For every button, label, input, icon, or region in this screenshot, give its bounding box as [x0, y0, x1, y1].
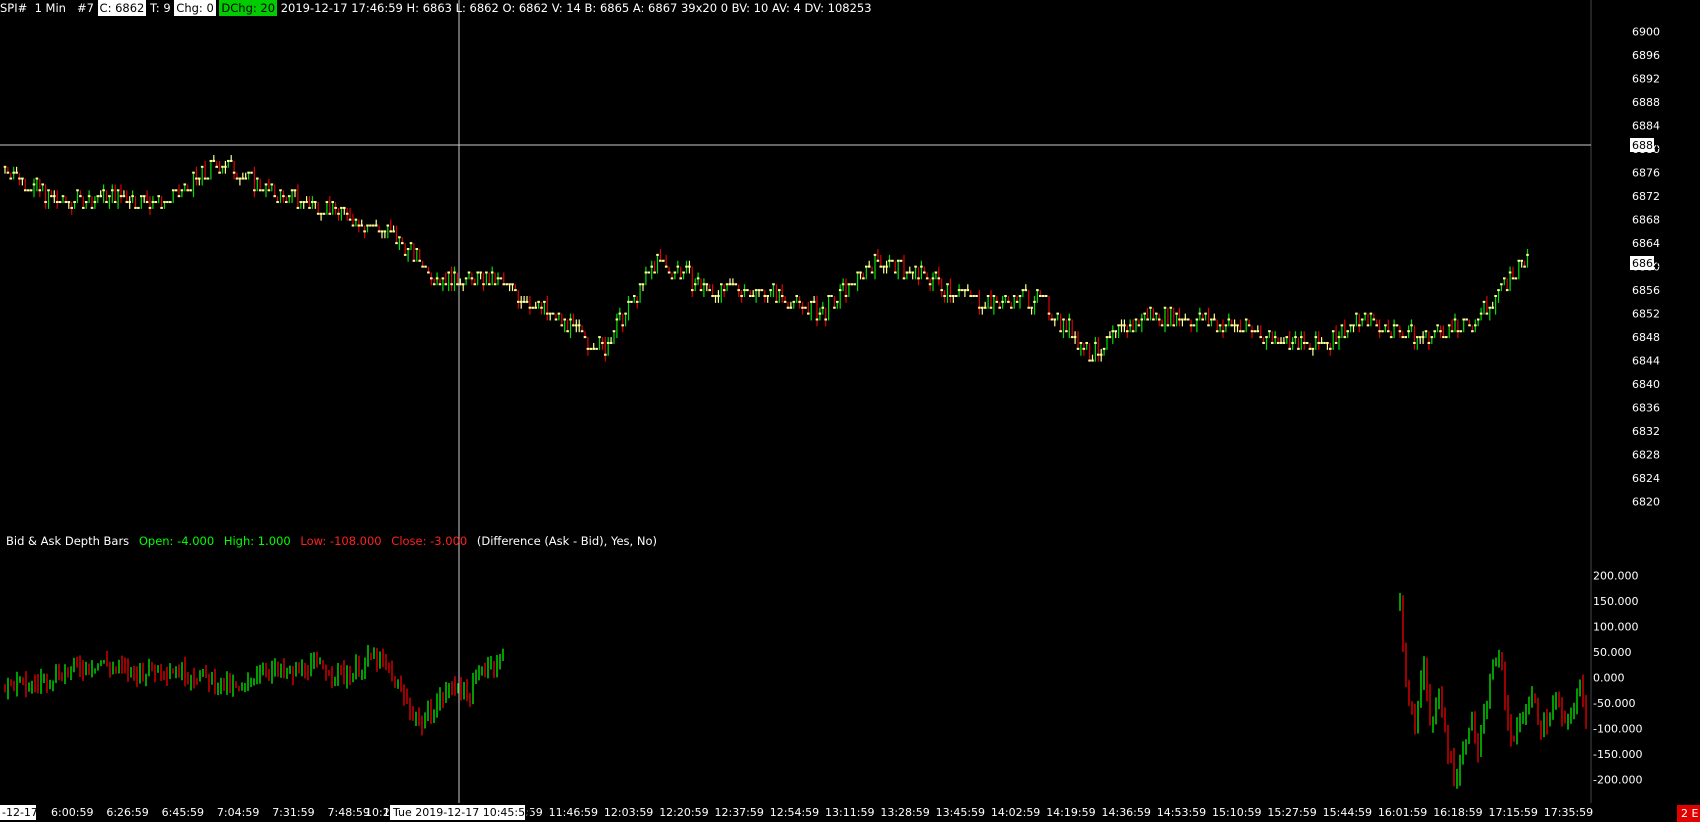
time-tick-label: 12:37:59 [714, 806, 763, 819]
price-tick-label: 6856 [1632, 284, 1660, 297]
time-tick-label: 6:00:59 [51, 806, 93, 819]
time-tick-label: 12:54:59 [770, 806, 819, 819]
time-axis-first-label: -12-17 [2, 806, 38, 819]
header-interval: 1 Min [34, 1, 66, 15]
time-tick-label: 7:04:59 [217, 806, 259, 819]
price-tick-label: 6872 [1632, 190, 1660, 203]
cursor-price-label: 6881 [1632, 139, 1660, 152]
depth-tick-label: 100.000 [1593, 620, 1639, 633]
price-tick-label: 6836 [1632, 402, 1660, 415]
time-tick-label: 15:10:59 [1212, 806, 1261, 819]
depth-tick-label: 150.000 [1593, 595, 1639, 608]
header-trades: T: 9 [150, 1, 171, 15]
time-tick-label: 14:36:59 [1101, 806, 1150, 819]
time-tick-label: 13:11:59 [825, 806, 874, 819]
header-chg: Chg: 0 [174, 0, 216, 16]
time-tick-label: 17:15:59 [1488, 806, 1537, 819]
depth-tick-label: 0.000 [1593, 672, 1625, 685]
time-tick-label: 12:03:59 [604, 806, 653, 819]
study-header[interactable]: Bid & Ask Depth Bars Open: -4.000 High: … [6, 533, 663, 549]
chart-header: SPI# 1 Min #7 C: 6862 T: 9 Chg: 0 DChg: … [0, 0, 872, 16]
header-close: C: 6862 [97, 0, 147, 16]
time-tick-label: 16:18:59 [1433, 806, 1482, 819]
price-tick-label: 6896 [1632, 49, 1660, 62]
time-tick-label: 16:01:59 [1378, 806, 1427, 819]
time-tick-label: 11:46:59 [549, 806, 598, 819]
time-tick-label: 6:45:59 [162, 806, 204, 819]
time-tick-label: 14:02:59 [991, 806, 1040, 819]
study-open: Open: -4.000 [138, 534, 215, 548]
price-tick-label: 6852 [1632, 308, 1660, 321]
chart-canvas[interactable]: 6820 6824 6828 6832 6836 6840 6844 6848 6852 6856… [0, 0, 1700, 822]
price-tick-label: 6876 [1632, 167, 1660, 180]
time-tick-label: 14:19:59 [1046, 806, 1095, 819]
study-low: Low: -108.000 [300, 534, 382, 548]
time-axis[interactable]: 6:00:59 6:26:59 6:45:59 7:04:59 7:31:59 7:48:… [51, 806, 1593, 819]
header-chart-num: #7 [76, 1, 94, 15]
study-close: Close: -3.000 [391, 534, 468, 548]
depth-tick-label: 200.000 [1593, 569, 1639, 582]
depth-axis[interactable]: 200.000 150.000 100.000 50.000 0.000 -50.000 -… [1593, 569, 1642, 786]
time-tick-label: 6:26:59 [106, 806, 148, 819]
time-tick-label: 17:35:59 [1544, 806, 1593, 819]
cursor-time-label: Tue 2019-12-17 10:45:59 [392, 806, 532, 819]
study-params: (Difference (Ask - Bid), Yes, No) [476, 534, 657, 548]
depth-tick-label: -150.000 [1593, 748, 1642, 761]
study-high: High: 1.000 [223, 534, 291, 548]
price-tick-label: 6844 [1632, 355, 1660, 368]
time-tick-label: 12:20:59 [659, 806, 708, 819]
time-tick-label: 13:45:59 [936, 806, 985, 819]
last-price-label: 6862 [1632, 257, 1660, 270]
price-bars [3, 155, 1529, 362]
price-tick-label: 6900 [1632, 26, 1660, 39]
price-tick-label: 6824 [1632, 472, 1660, 485]
header-details: 2019-12-17 17:46:59 H: 6863 L: 6862 O: 6… [280, 1, 872, 15]
price-tick-label: 6828 [1632, 449, 1660, 462]
depth-tick-label: 50.000 [1593, 646, 1632, 659]
time-tick-label: 7:48:59 [327, 806, 369, 819]
price-tick-label: 6868 [1632, 214, 1660, 227]
corner-badge-label: 2 E [1681, 807, 1698, 820]
depth-tick-label: -200.000 [1593, 774, 1642, 787]
time-tick-label: 7:31:59 [272, 806, 314, 819]
price-tick-label: 6888 [1632, 96, 1660, 109]
depth-bars [4, 592, 1587, 789]
price-tick-label: 6840 [1632, 378, 1660, 391]
time-axis-partial-label: 10:2 [365, 806, 390, 819]
price-tick-label: 6884 [1632, 120, 1660, 133]
header-dchg: DChg: 20 [219, 0, 278, 16]
price-tick-label: 6892 [1632, 73, 1660, 86]
price-tick-label: 6864 [1632, 237, 1660, 250]
price-tick-label: 6832 [1632, 425, 1660, 438]
price-tick-label: 6820 [1632, 496, 1660, 509]
time-tick-label: 15:44:59 [1323, 806, 1372, 819]
time-tick-label: 13:28:59 [880, 806, 929, 819]
header-symbol: SPI# [0, 1, 28, 15]
depth-tick-label: -100.000 [1593, 723, 1642, 736]
depth-tick-label: -50.000 [1593, 697, 1635, 710]
price-tick-label: 6848 [1632, 331, 1660, 344]
time-tick-label: 14:53:59 [1157, 806, 1206, 819]
study-name: Bid & Ask Depth Bars [6, 534, 130, 548]
time-tick-label: 15:27:59 [1267, 806, 1316, 819]
